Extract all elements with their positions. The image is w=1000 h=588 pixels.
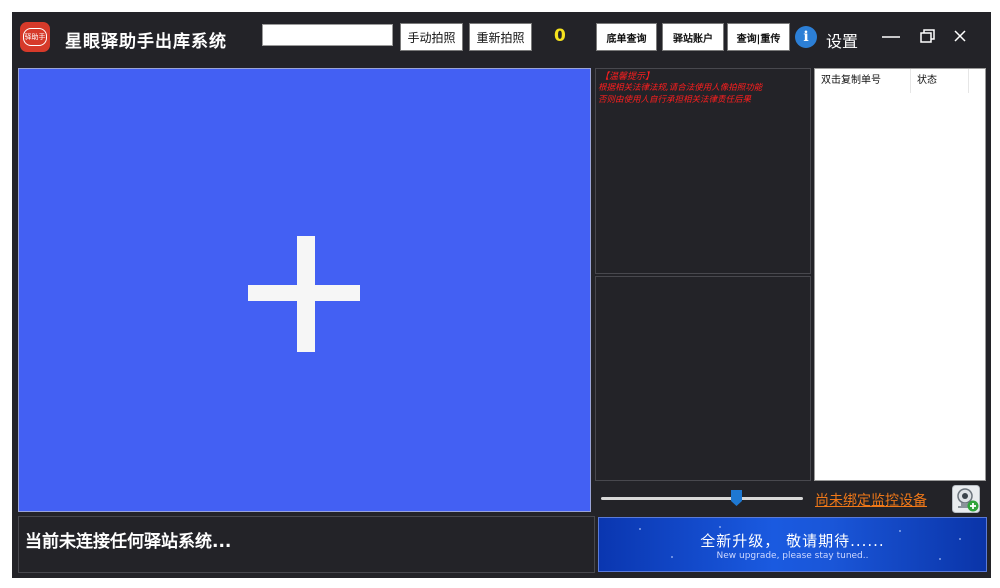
banner-headline: 全新升级， 敬请期待......: [700, 532, 885, 550]
restore-icon[interactable]: [916, 24, 940, 48]
column-header-tracking[interactable]: 双击复制单号: [815, 69, 911, 93]
app-logo: 驿助手: [20, 22, 50, 52]
tip-panel: 【温馨提示】 根据相关法律法规,请合法使用人像拍照功能 否则由使用人自行承担相关…: [595, 68, 811, 274]
bottom-order-query-button[interactable]: 底单查询: [596, 23, 657, 51]
query-reupload-button[interactable]: 查询|重传: [727, 23, 790, 51]
connection-status-text: 当前未连接任何驿站系统...: [25, 532, 232, 552]
manual-photo-button[interactable]: 手动拍照: [400, 23, 463, 51]
tracking-number-input[interactable]: [262, 24, 393, 46]
station-account-button[interactable]: 驿站账户: [662, 23, 724, 51]
bind-monitor-link[interactable]: 尚未绑定监控设备: [815, 490, 927, 510]
connection-status-panel: 当前未连接任何驿站系统...: [18, 516, 595, 573]
scan-record-list[interactable]: 双击复制单号 状态: [814, 68, 986, 481]
app-logo-text: 驿助手: [23, 28, 47, 46]
upgrade-banner[interactable]: 全新升级， 敬请期待...... New upgrade, please sta…: [598, 517, 987, 572]
minimize-icon[interactable]: [879, 24, 903, 48]
banner-subtitle: New upgrade, please stay tuned..: [716, 551, 869, 561]
title-bar: 驿助手 星眼驿助手出库系统 手动拍照 重新拍照 0 底单查询 驿站账户 查询|重…: [12, 12, 991, 64]
package-count: 0: [554, 26, 566, 46]
info-icon[interactable]: i: [795, 26, 817, 48]
webcam-add-icon[interactable]: [952, 485, 980, 513]
retake-photo-button[interactable]: 重新拍照: [469, 23, 532, 51]
settings-button[interactable]: 设置: [826, 28, 858, 52]
app-window: 驿助手 星眼驿助手出库系统 手动拍照 重新拍照 0 底单查询 驿站账户 查询|重…: [12, 12, 991, 578]
app-title: 星眼驿助手出库系统: [65, 32, 227, 52]
zoom-slider-track[interactable]: [601, 497, 803, 500]
close-icon[interactable]: [948, 24, 972, 48]
camera-preview-area[interactable]: [18, 68, 591, 512]
tip-line: 否则由使用人自行承担相关法律责任后果: [598, 95, 752, 105]
tip-line: 根据相关法律法规,请合法使用人像拍照功能: [598, 83, 763, 93]
zoom-slider-thumb[interactable]: [730, 490, 742, 506]
photo-preview-panel: [595, 276, 811, 481]
column-header-status[interactable]: 状态: [911, 69, 969, 93]
